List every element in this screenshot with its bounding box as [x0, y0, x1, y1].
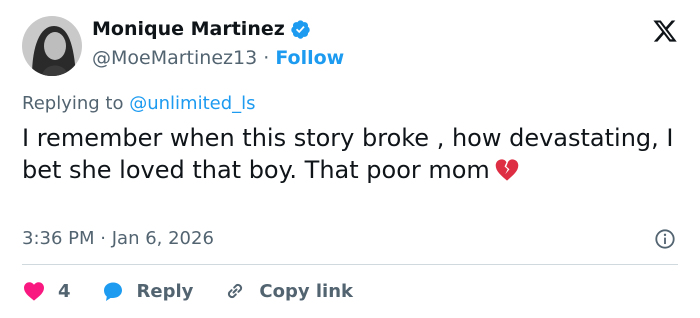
reply-mention-link[interactable]: @unlimited_ls [129, 93, 255, 114]
reply-prefix: Replying to [22, 93, 124, 114]
tweet-date[interactable]: Jan 6, 2026 [112, 228, 214, 249]
tweet-text: I remember when this story broke , how d… [22, 124, 674, 184]
follow-button[interactable]: Follow [275, 47, 344, 69]
tweet-body: I remember when this story broke , how d… [22, 122, 682, 186]
reply-context: Replying to @unlimited_ls [22, 93, 256, 114]
tweet-time[interactable]: 3:36 PM [22, 228, 95, 249]
action-bar: 4 Reply Copy link [22, 276, 383, 306]
like-button[interactable]: 4 [22, 279, 71, 303]
tweet-meta: 3:36 PM · Jan 6, 2026 [22, 228, 214, 249]
author-handle[interactable]: @MoeMartinez13 [92, 47, 257, 69]
x-logo-icon[interactable] [652, 18, 678, 44]
meta-separator: · [100, 228, 106, 249]
reply-button[interactable]: Reply [101, 279, 194, 303]
author-name[interactable]: Monique Martinez [92, 18, 285, 40]
handle-separator: · [263, 47, 270, 69]
divider [22, 264, 678, 265]
verified-badge-icon [291, 19, 310, 39]
link-icon [228, 283, 243, 299]
like-count: 4 [58, 280, 71, 302]
copy-link-label: Copy link [259, 280, 353, 302]
heart-icon [24, 282, 44, 301]
broken-heart-icon [495, 159, 519, 181]
avatar[interactable] [22, 16, 82, 76]
reply-label: Reply [136, 280, 194, 302]
info-icon[interactable] [654, 228, 676, 250]
copy-link-button[interactable]: Copy link [223, 279, 353, 303]
reply-bubble-icon [103, 282, 122, 301]
